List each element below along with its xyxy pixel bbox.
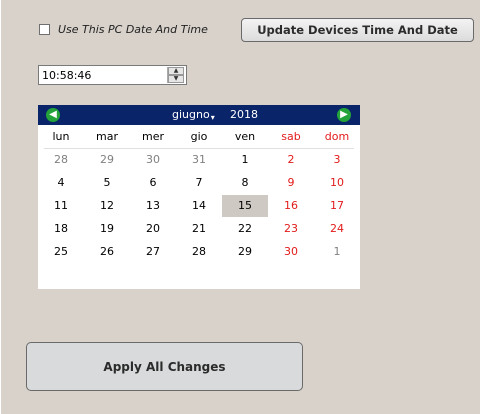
use-pc-time-checkbox[interactable] (39, 23, 50, 35)
calendar-day[interactable]: 13 (130, 195, 176, 217)
arrow-right-icon[interactable]: ▶ (337, 108, 351, 122)
calendar-day[interactable]: 28 (38, 149, 84, 171)
calendar-day[interactable]: 27 (130, 241, 176, 263)
calendar-day[interactable]: 12 (84, 195, 130, 217)
calendar-day[interactable]: 24 (314, 218, 360, 240)
month-selector[interactable]: giugno▾ (172, 108, 215, 122)
calendar-day[interactable]: 29 (222, 241, 268, 263)
calendar-day[interactable]: 29 (84, 149, 130, 171)
weekday-label: dom (324, 130, 350, 143)
calendar-day[interactable]: 8 (222, 172, 268, 194)
calendar-day[interactable]: 25 (38, 241, 84, 263)
calendar-day[interactable]: 17 (314, 195, 360, 217)
weekday-label: gio (190, 130, 208, 143)
weekday-label: ven (234, 130, 256, 143)
year-selector[interactable]: 2018 (230, 108, 258, 121)
chevron-down-icon: ▾ (210, 113, 215, 122)
calendar-day[interactable]: 31 (176, 149, 222, 171)
calendar-day[interactable]: 19 (84, 218, 130, 240)
calendar-day[interactable]: 5 (84, 172, 130, 194)
calendar-day[interactable]: 30 (268, 241, 314, 263)
apply-all-changes-button[interactable]: Apply All Changes (26, 342, 303, 391)
time-input[interactable]: 10:58:46 ▲ ▼ (38, 65, 187, 85)
month-name: giugno (172, 108, 210, 121)
window-edge (0, 0, 1, 414)
calendar-day[interactable]: 16 (268, 195, 314, 217)
weekday-label: lun (52, 130, 70, 143)
month-calendar[interactable]: ◀ giugno▾ 2018 ▶ lun mar mer gio ven sab dom 28… (38, 105, 360, 289)
calendar-day[interactable]: 21 (176, 218, 222, 240)
calendar-day[interactable]: 26 (84, 241, 130, 263)
calendar-day[interactable]: 10 (314, 172, 360, 194)
calendar-day[interactable]: 18 (38, 218, 84, 240)
calendar-day[interactable]: 11 (38, 195, 84, 217)
weekday-label: mer (141, 130, 164, 143)
calendar-day[interactable]: 14 (176, 195, 222, 217)
calendar-day[interactable]: 6 (130, 172, 176, 194)
use-pc-time-row[interactable]: Use This PC Date And Time (39, 21, 208, 37)
update-devices-time-button[interactable]: Update Devices Time And Date (241, 18, 474, 42)
calendar-day[interactable]: 15 (222, 195, 268, 217)
calendar-day[interactable]: 2 (268, 149, 314, 171)
spin-up-icon[interactable]: ▲ (168, 67, 184, 75)
weekday-label: mar (96, 130, 118, 143)
calendar-day[interactable]: 28 (176, 241, 222, 263)
weekday-label: sab (281, 130, 301, 143)
calendar-day[interactable]: 7 (176, 172, 222, 194)
calendar-day[interactable]: 3 (314, 149, 360, 171)
weekday-divider (44, 148, 354, 149)
time-spinner[interactable]: ▲ ▼ (167, 67, 184, 83)
calendar-day[interactable]: 22 (222, 218, 268, 240)
calendar-day[interactable]: 9 (268, 172, 314, 194)
calendar-day[interactable]: 20 (130, 218, 176, 240)
spin-down-icon[interactable]: ▼ (168, 75, 184, 83)
calendar-day[interactable]: 30 (130, 149, 176, 171)
calendar-day[interactable]: 1 (314, 241, 360, 263)
calendar-day[interactable]: 1 (222, 149, 268, 171)
use-pc-time-label: Use This PC Date And Time (58, 22, 208, 36)
arrow-left-icon[interactable]: ◀ (46, 108, 60, 122)
time-value[interactable]: 10:58:46 (42, 69, 91, 82)
calendar-day[interactable]: 4 (38, 172, 84, 194)
calendar-header: ◀ giugno▾ 2018 ▶ (38, 105, 360, 125)
calendar-day[interactable]: 23 (268, 218, 314, 240)
